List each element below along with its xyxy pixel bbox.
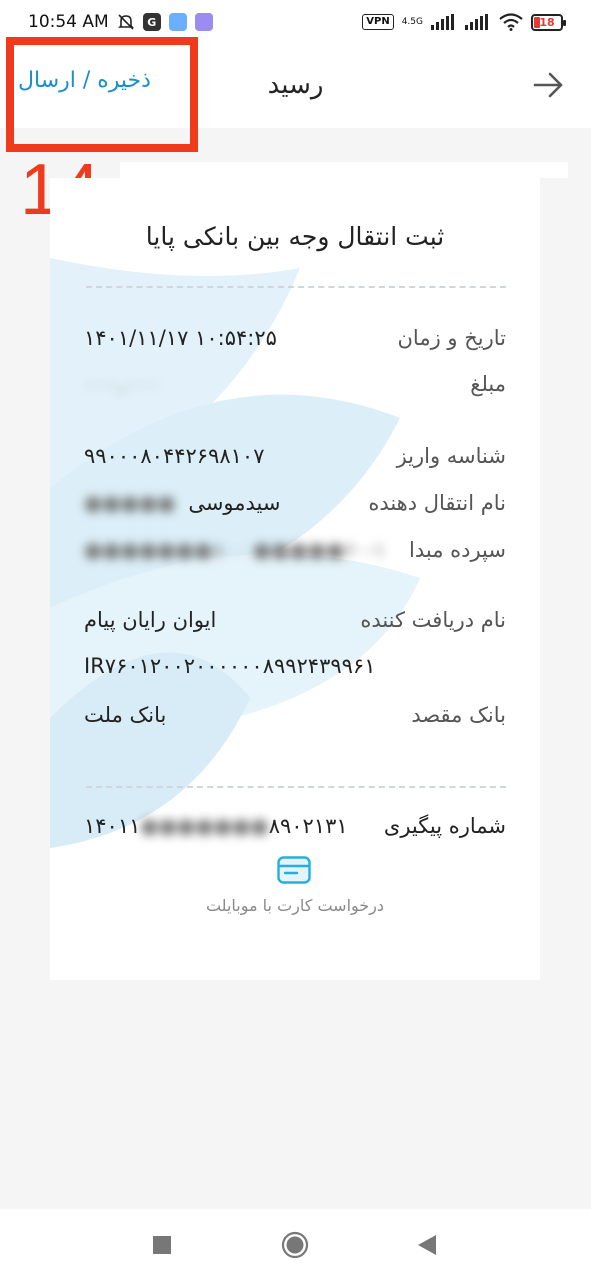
app-header: رسید ذخیره / ارسال <box>0 44 591 128</box>
receiver-name-label: نام دریافت کننده <box>360 608 506 632</box>
network-type: 4.5G <box>401 16 423 27</box>
status-bar: 10:54 AM G VPN 4.5G 18 <box>0 0 591 44</box>
deposit-id-value: ۹۹۰۰۰۸۰۴۴۲۶۹۸۱۰۷ <box>84 444 265 468</box>
amount-value: ۰۰۰,۰۰۰ <box>84 372 159 396</box>
divider <box>86 786 506 788</box>
sender-name-value: ●●●●● سیدموسی <box>84 491 280 515</box>
battery-level: 18 <box>539 15 555 29</box>
signal-icon-2 <box>465 14 491 30</box>
tracking-label: شماره پیگیری <box>383 814 506 838</box>
tracking-head: ۱۴۰۱۱ <box>84 814 141 838</box>
sender-name-blurred: ●●●●● <box>84 491 176 515</box>
vpn-indicator: VPN <box>362 14 394 30</box>
receiver-name-value: ایوان رایان پیام <box>84 608 217 632</box>
back-triangle-icon[interactable] <box>416 1231 438 1259</box>
tracking-tail: ۸۹۰۲۱۳۱ <box>268 814 348 838</box>
save-send-button[interactable]: ذخیره / ارسال <box>18 68 151 93</box>
deposit-id-label: شناسه واریز <box>396 444 506 468</box>
app-notification-icon-2 <box>194 13 213 31</box>
datetime-value: ۱۴۰۱/۱۱/۱۷ ۱۰:۵۴:۲۵ <box>84 326 277 350</box>
dest-bank-label: بانک مقصد <box>411 703 506 727</box>
home-circle-icon[interactable] <box>281 1231 309 1259</box>
tracking-blurred: ●●●●●●● <box>140 814 269 838</box>
amount-label: مبلغ <box>470 372 506 396</box>
battery-icon: 18 <box>531 13 566 31</box>
divider <box>86 286 506 288</box>
sender-name-text: سیدموسی <box>188 491 281 515</box>
receipt-zigzag-edge <box>50 964 540 978</box>
receipt-title: ثبت انتقال وجه بین بانکی پایا <box>145 222 445 251</box>
receipt-card: ثبت انتقال وجه بین بانکی پایا تاریخ و زم… <box>50 178 540 980</box>
system-nav-bar <box>0 1209 591 1280</box>
datetime-label: تاریخ و زمان <box>397 326 507 350</box>
source-account-blurred: ●●●●●●●۸۰۰ <box>84 538 247 562</box>
tracking-value: ۱۴۰۱۱●●●●●●●۸۹۰۲۱۳۱ <box>84 814 348 838</box>
g-app-icon: G <box>142 13 161 31</box>
dest-bank-value: بانک ملت <box>84 703 167 727</box>
app-notification-icon <box>168 13 187 31</box>
status-time: 10:54 AM <box>28 12 109 32</box>
wifi-icon <box>499 13 523 31</box>
source-account-tail: ●●●●●۶۰-۱ <box>252 538 386 562</box>
credit-card-icon[interactable] <box>277 856 311 884</box>
iban-value: IR۷۶۰۱۲۰۰۲۰۰۰۰۰۰۸۹۹۲۴۳۹۹۶۱ <box>84 654 376 678</box>
muted-bell-icon <box>117 13 135 31</box>
status-right: VPN 4.5G 18 <box>362 13 566 31</box>
status-left: 10:54 AM G <box>28 12 213 32</box>
source-account-label: سپرده مبدا <box>409 538 506 562</box>
network-type-label: 4.5G <box>401 16 423 27</box>
recents-square-icon[interactable] <box>152 1231 172 1259</box>
receipt-content: ثبت انتقال وجه بین بانکی پایا تاریخ و زم… <box>50 178 540 980</box>
signal-icon <box>431 14 457 30</box>
receipt-top-strip <box>120 162 568 178</box>
sender-name-label: نام انتقال دهنده <box>368 491 506 515</box>
card-request-link[interactable]: درخواست کارت با موبایلت <box>50 896 540 915</box>
source-account-value: ●●●●●●●۸۰۰ ●●●●●۶۰-۱ <box>84 538 386 562</box>
back-arrow-icon[interactable] <box>531 68 565 102</box>
